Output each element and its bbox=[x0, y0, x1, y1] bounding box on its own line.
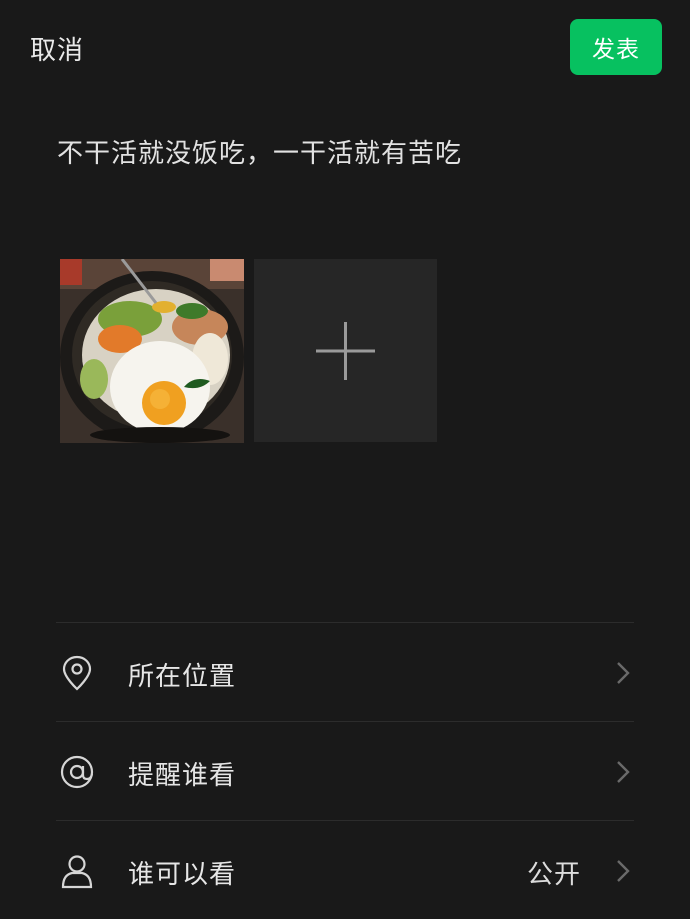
option-visibility[interactable]: 谁可以看 公开 bbox=[56, 820, 634, 919]
add-photo-button[interactable] bbox=[254, 259, 437, 442]
post-text-input[interactable]: 不干活就没饭吃，一干活就有苦吃 bbox=[57, 133, 462, 170]
cancel-button[interactable]: 取消 bbox=[30, 30, 84, 67]
location-pin-icon bbox=[62, 655, 92, 691]
top-bar: 取消 发表 bbox=[0, 0, 690, 95]
publish-button[interactable]: 发表 bbox=[570, 19, 662, 75]
attached-photo[interactable] bbox=[60, 259, 244, 443]
person-icon bbox=[61, 855, 93, 889]
option-mention-label: 提醒谁看 bbox=[128, 761, 237, 791]
chevron-right-icon bbox=[617, 761, 630, 783]
option-visibility-label: 谁可以看 bbox=[128, 860, 237, 890]
post-options-list: 所在位置 提醒谁看 谁可以看 公开 bbox=[56, 622, 634, 919]
option-mention[interactable]: 提醒谁看 bbox=[56, 721, 634, 820]
plus-icon bbox=[316, 322, 375, 380]
option-location[interactable]: 所在位置 bbox=[56, 622, 634, 721]
at-sign-icon bbox=[60, 755, 94, 789]
chevron-right-icon bbox=[617, 662, 630, 684]
option-location-label: 所在位置 bbox=[128, 662, 237, 692]
bibimbap-photo-icon bbox=[60, 259, 244, 443]
option-visibility-value: 公开 bbox=[526, 860, 581, 890]
chevron-right-icon bbox=[617, 860, 630, 882]
